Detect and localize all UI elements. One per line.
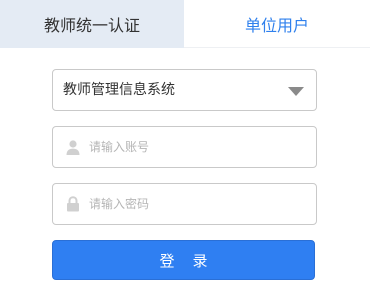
tab-unit-user[interactable]: 单位用户 [184,0,370,48]
password-input[interactable] [89,184,309,224]
account-input[interactable] [89,127,309,167]
user-icon [65,139,81,155]
tab-teacher-auth[interactable]: 教师统一认证 [0,0,184,48]
login-button[interactable]: 登录 [52,240,315,280]
password-field[interactable] [52,183,317,225]
system-select-value: 教师管理信息系统 [63,82,175,98]
system-select[interactable]: 教师管理信息系统 [52,69,317,111]
account-field[interactable] [52,126,317,168]
lock-icon [65,196,81,212]
login-tabs: 教师统一认证 单位用户 [0,0,370,48]
chevron-down-icon[interactable] [288,87,304,96]
